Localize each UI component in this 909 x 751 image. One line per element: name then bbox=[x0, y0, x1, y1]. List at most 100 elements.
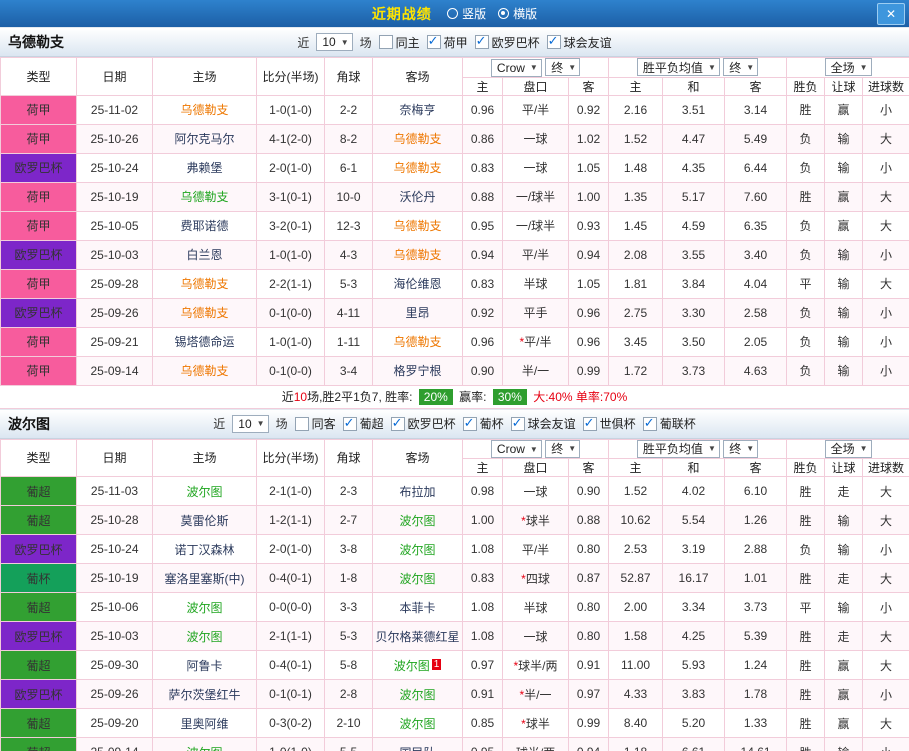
euro-stage-select[interactable]: 终 ▼ bbox=[723, 439, 759, 458]
euro-avg-select[interactable]: 胜平负均值 ▼ bbox=[636, 439, 720, 458]
result-wdl: 胜 bbox=[786, 650, 826, 680]
away-team[interactable]: 奈梅亨 bbox=[399, 103, 435, 117]
recent-count-select[interactable]: 10 ▼ bbox=[316, 33, 353, 51]
layout-radio-horizontal[interactable]: 横版 bbox=[498, 5, 537, 22]
asian-away-odds: 0.88 bbox=[567, 505, 610, 535]
column-subheader: 胜负 bbox=[786, 458, 826, 477]
home-team[interactable]: 诺丁汉森林 bbox=[174, 543, 234, 557]
result-wdl: 胜 bbox=[786, 476, 826, 506]
home-team[interactable]: 波尔图 bbox=[186, 485, 222, 499]
select-value: 胜平负均值 bbox=[642, 442, 703, 457]
filter-checkbox[interactable]: 球会友谊 bbox=[510, 415, 576, 432]
home-team[interactable]: 乌德勒支 bbox=[180, 277, 228, 291]
home-team[interactable]: 乌德勒支 bbox=[180, 103, 228, 117]
home-team[interactable]: 萨尔茨堡红牛 bbox=[168, 688, 240, 702]
close-button[interactable]: ✕ bbox=[877, 3, 905, 25]
home-team[interactable]: 阿鲁卡 bbox=[186, 659, 222, 673]
score: 2-0(1-0) bbox=[256, 534, 325, 564]
home-team[interactable]: 白兰恩 bbox=[186, 248, 222, 262]
filter-checkbox[interactable]: 欧罗巴杯 bbox=[474, 33, 540, 51]
recent-count-select[interactable]: 10 ▼ bbox=[232, 414, 269, 433]
match-date: 25-10-05 bbox=[76, 210, 153, 241]
away-team[interactable]: 贝尔格莱德红星 bbox=[375, 630, 459, 644]
away-team[interactable]: 本菲卡 bbox=[399, 601, 435, 615]
away-team[interactable]: 里昂 bbox=[405, 306, 429, 320]
chevron-down-icon: ▼ bbox=[529, 444, 538, 454]
scope-select[interactable]: 全场 ▼ bbox=[824, 439, 872, 458]
filter-checkbox[interactable]: 世俱杯 bbox=[582, 415, 636, 432]
home-team[interactable]: 塞洛里塞斯(中) bbox=[165, 572, 245, 586]
away-favorite-star: * bbox=[519, 335, 525, 349]
filter-checkbox[interactable]: 同主 bbox=[378, 34, 420, 51]
filter-label: 同主 bbox=[395, 35, 420, 50]
asian-away-odds: 0.99 bbox=[567, 355, 610, 386]
column-header: 客场 bbox=[372, 438, 463, 477]
asian-handicap: *半/一 bbox=[502, 679, 569, 709]
odds-stage-select[interactable]: 终 ▼ bbox=[545, 439, 581, 458]
result-scope-header: 全场 ▼ bbox=[786, 57, 909, 78]
odds-company-select[interactable]: Crow ▼ bbox=[490, 58, 542, 77]
filter-checkbox[interactable]: 球会友谊 bbox=[546, 33, 612, 51]
euro-away-odds: 3.73 bbox=[724, 592, 788, 622]
filter-checkbox[interactable]: 葡超 bbox=[342, 415, 384, 432]
home-team[interactable]: 波尔图 bbox=[186, 630, 222, 644]
euro-home-odds: 1.72 bbox=[608, 355, 664, 386]
away-team[interactable]: 乌德勒支 bbox=[393, 219, 441, 233]
home-team[interactable]: 波尔图 bbox=[186, 746, 222, 751]
home-team-cell: 阿尔克马尔 bbox=[152, 123, 257, 154]
corners: 5-3 bbox=[324, 621, 373, 651]
away-team[interactable]: 波尔图 bbox=[399, 514, 435, 528]
away-team[interactable]: 波尔图 bbox=[394, 659, 430, 673]
away-team[interactable]: 波尔图 bbox=[399, 717, 435, 731]
home-team[interactable]: 莫雷伦斯 bbox=[180, 514, 228, 528]
score: 0-1(0-0) bbox=[256, 297, 325, 328]
euro-home-odds: 1.81 bbox=[608, 268, 664, 299]
home-team[interactable]: 波尔图 bbox=[186, 601, 222, 615]
filter-checkbox[interactable]: 葡联杯 bbox=[642, 415, 696, 432]
sections-container: 乌德勒支近10▼场同主荷甲欧罗巴杯球会友谊类型日期主场比分(半场)角球客场Cro… bbox=[0, 27, 909, 751]
home-team[interactable]: 弗赖堡 bbox=[186, 161, 222, 175]
away-team[interactable]: 布拉加 bbox=[399, 485, 435, 499]
home-team[interactable]: 乌德勒支 bbox=[180, 190, 228, 204]
filter-checkbox[interactable]: 欧罗巴杯 bbox=[390, 415, 456, 432]
euro-stage-select[interactable]: 终 ▼ bbox=[723, 58, 759, 77]
asian-handicap: *平/半 bbox=[502, 326, 569, 357]
rate-badge: 30% bbox=[492, 388, 527, 405]
away-team[interactable]: 波尔图 bbox=[399, 572, 435, 586]
asian-away-odds: 1.02 bbox=[567, 123, 610, 154]
scope-select[interactable]: 全场 ▼ bbox=[824, 58, 872, 77]
away-team[interactable]: 乌德勒支 bbox=[393, 161, 441, 175]
filter-label: 葡超 bbox=[359, 417, 384, 431]
home-team[interactable]: 乌德勒支 bbox=[180, 364, 228, 378]
away-team[interactable]: 乌德勒支 bbox=[393, 248, 441, 262]
away-team[interactable]: 沃伦丹 bbox=[399, 190, 435, 204]
home-team[interactable]: 乌德勒支 bbox=[180, 306, 228, 320]
result-handicap: 输 bbox=[824, 268, 864, 299]
home-team[interactable]: 锡塔德命运 bbox=[174, 335, 234, 349]
euro-avg-select[interactable]: 胜平负均值 ▼ bbox=[636, 58, 720, 77]
filter-checkbox[interactable]: 同客 bbox=[294, 415, 336, 432]
away-team[interactable]: 国民队 bbox=[399, 746, 435, 751]
asian-handicap: 一球 bbox=[502, 152, 569, 183]
euro-away-odds: 1.26 bbox=[724, 505, 788, 535]
filter-checkbox[interactable]: 荷甲 bbox=[426, 33, 468, 51]
home-team[interactable]: 费耶诺德 bbox=[180, 219, 228, 233]
away-team[interactable]: 乌德勒支 bbox=[393, 335, 441, 349]
column-header: 客场 bbox=[372, 57, 463, 96]
result-handicap: 输 bbox=[824, 592, 864, 622]
euro-away-odds: 6.35 bbox=[724, 210, 788, 241]
odds-company-select[interactable]: Crow ▼ bbox=[490, 440, 542, 458]
result-handicap: 输 bbox=[824, 737, 864, 751]
away-team[interactable]: 乌德勒支 bbox=[393, 132, 441, 146]
table-row: 荷甲 25-09-28 乌德勒支 2-2(1-1) 5-3 海伦维恩 0.83 半球 1.05 1… bbox=[0, 268, 909, 299]
layout-radio-vertical[interactable]: 竖版 bbox=[447, 5, 486, 22]
home-team[interactable]: 阿尔克马尔 bbox=[174, 132, 234, 146]
away-team[interactable]: 波尔图 bbox=[399, 543, 435, 557]
filter-checkbox[interactable]: 葡杯 bbox=[462, 415, 504, 432]
odds-stage-select[interactable]: 终 ▼ bbox=[545, 58, 581, 76]
rate-badge: 20% bbox=[418, 388, 453, 405]
away-team[interactable]: 海伦维恩 bbox=[393, 277, 441, 291]
home-team[interactable]: 里奥阿维 bbox=[180, 717, 228, 731]
away-team[interactable]: 格罗宁根 bbox=[393, 364, 441, 378]
away-team[interactable]: 波尔图 bbox=[399, 688, 435, 702]
